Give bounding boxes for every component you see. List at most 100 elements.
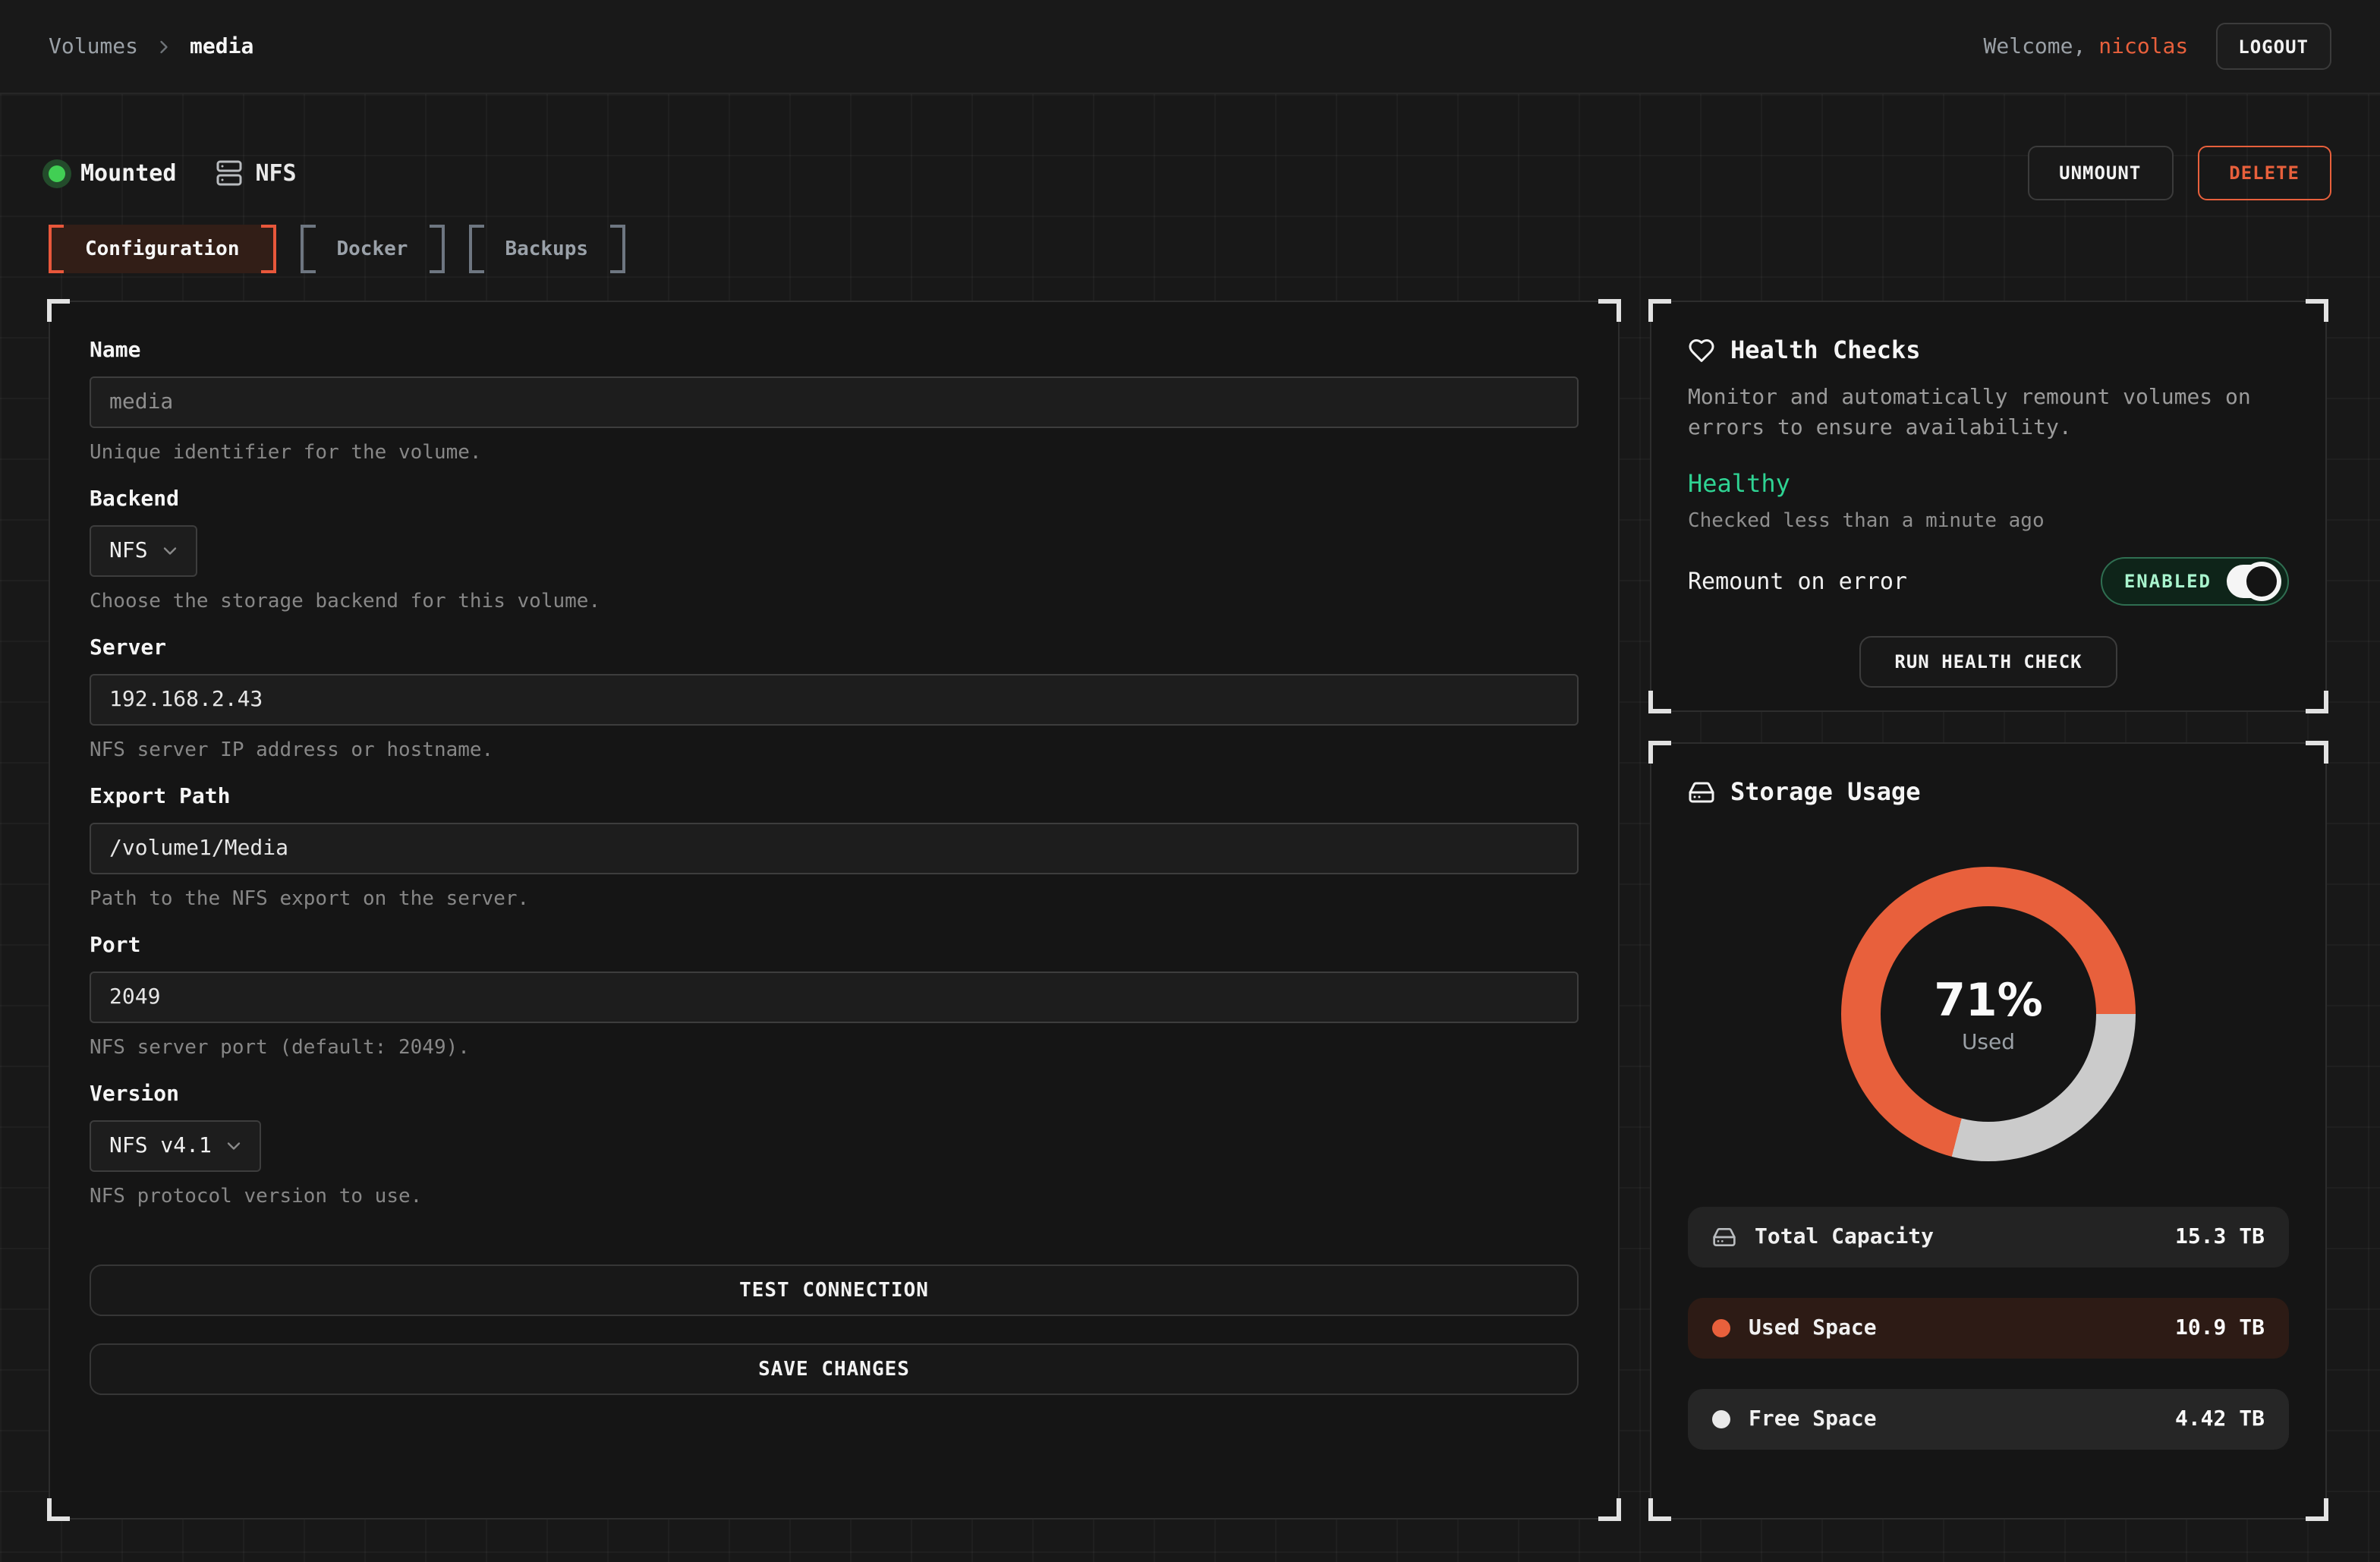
export-path-helper: Path to the NFS export on the server. <box>90 888 1579 911</box>
mounted-status-dot <box>49 165 65 181</box>
corner-accent <box>1598 1498 1621 1521</box>
export-path-input[interactable] <box>90 823 1579 874</box>
unmount-button[interactable]: UNMOUNT <box>2027 146 2173 200</box>
status-actions: UNMOUNT DELETE <box>2027 146 2331 200</box>
name-helper: Unique identifier for the volume. <box>90 442 1579 465</box>
server-label: Server <box>90 636 1579 660</box>
breadcrumb-current: media <box>190 34 253 58</box>
legend-total-value: 15.3 TB <box>2175 1225 2265 1249</box>
legend-free-label: Free Space <box>1749 1407 1877 1431</box>
free-space-dot <box>1712 1410 1730 1428</box>
backend-helper: Choose the storage backend for this volu… <box>90 590 1579 613</box>
field-server: Server NFS server IP address or hostname… <box>90 636 1579 762</box>
server-icon <box>216 159 243 187</box>
status-row: Mounted NFS UNMOUNT DELETE <box>49 146 2331 200</box>
server-input[interactable] <box>90 674 1579 726</box>
panels: Name Unique identifier for the volume. B… <box>49 301 2331 1519</box>
version-helper: NFS protocol version to use. <box>90 1186 1579 1208</box>
remount-toggle[interactable]: ENABLED <box>2101 556 2289 605</box>
corner-accent <box>1648 1498 1671 1521</box>
username: nicolas <box>2098 34 2188 58</box>
legend-used-value: 10.9 TB <box>2175 1316 2265 1340</box>
corner-accent <box>1598 299 1621 322</box>
health-checks-panel: Health Checks Monitor and automatically … <box>1650 301 2327 712</box>
storage-used-caption: Used <box>1962 1030 2015 1054</box>
legend-row-free: Free Space 4.42 TB <box>1688 1389 2289 1450</box>
toggle-switch <box>2227 564 2278 597</box>
configuration-panel: Name Unique identifier for the volume. B… <box>49 301 1620 1519</box>
port-helper: NFS server port (default: 2049). <box>90 1037 1579 1060</box>
tabs: Configuration Docker Backups <box>49 225 2331 273</box>
corner-accent <box>2306 691 2328 713</box>
tab-configuration[interactable]: Configuration <box>49 225 276 273</box>
backend-select[interactable]: NFS <box>90 525 198 577</box>
legend-free-value: 4.42 TB <box>2175 1407 2265 1431</box>
corner-accent <box>1648 299 1671 322</box>
delete-button[interactable]: DELETE <box>2197 146 2331 200</box>
port-label: Port <box>90 934 1579 958</box>
mount-status-label: Mounted <box>80 159 176 187</box>
field-port: Port NFS server port (default: 2049). <box>90 934 1579 1060</box>
storage-legend: Total Capacity 15.3 TB Used Space 10.9 T… <box>1688 1207 2289 1450</box>
remount-row: Remount on error ENABLED <box>1688 556 2289 605</box>
heart-icon <box>1688 336 1715 364</box>
breadcrumb-volumes-link[interactable]: Volumes <box>49 34 138 58</box>
storage-usage-panel: Storage Usage 71% Used <box>1650 742 2327 1519</box>
topbar: Volumes media Welcome, nicolas LOGOUT <box>0 0 2380 94</box>
health-panel-title: Health Checks <box>1730 335 1920 364</box>
backend-badge-label: NFS <box>255 159 296 187</box>
remount-toggle-label: ENABLED <box>2124 570 2212 591</box>
corner-accent <box>2306 299 2328 322</box>
name-label: Name <box>90 339 1579 363</box>
field-export-path: Export Path Path to the NFS export on th… <box>90 785 1579 911</box>
name-input[interactable] <box>90 376 1579 428</box>
tab-backups[interactable]: Backups <box>468 225 625 273</box>
corner-accent <box>47 1498 70 1521</box>
toggle-knob <box>2242 561 2281 600</box>
legend-row-used: Used Space 10.9 TB <box>1688 1298 2289 1359</box>
storage-panel-title: Storage Usage <box>1730 777 1920 806</box>
corner-accent <box>1648 741 1671 764</box>
breadcrumb: Volumes media <box>49 34 253 58</box>
field-version: Version NFS v4.1 NFS protocol version to… <box>90 1082 1579 1208</box>
chevron-down-icon <box>224 1135 245 1157</box>
field-name: Name Unique identifier for the volume. <box>90 339 1579 465</box>
welcome-text: Welcome, nicolas <box>1984 34 2189 58</box>
chevron-down-icon <box>160 540 181 562</box>
version-label: Version <box>90 1082 1579 1107</box>
app-window: Volumes media Welcome, nicolas LOGOUT Mo… <box>0 0 2380 1562</box>
logout-button[interactable]: LOGOUT <box>2215 23 2331 70</box>
test-connection-button[interactable]: TEST CONNECTION <box>90 1264 1579 1316</box>
version-select-value: NFS v4.1 <box>109 1134 212 1158</box>
used-space-dot <box>1712 1319 1730 1337</box>
corner-accent <box>2306 1498 2328 1521</box>
storage-donut-center: 71% Used <box>1881 906 2096 1122</box>
hard-drive-icon <box>1712 1225 1736 1249</box>
backend-select-value: NFS <box>109 539 148 563</box>
health-last-checked: Checked less than a minute ago <box>1688 509 2289 532</box>
storage-used-percent: 71% <box>1934 974 2043 1027</box>
tab-docker[interactable]: Docker <box>301 225 445 273</box>
storage-donut-chart: 71% Used <box>1841 867 2136 1161</box>
server-helper: NFS server IP address or hostname. <box>90 739 1579 762</box>
health-panel-header: Health Checks <box>1688 335 2289 364</box>
corner-accent <box>2306 741 2328 764</box>
legend-used-label: Used Space <box>1749 1316 1877 1340</box>
hard-drive-icon <box>1688 778 1715 805</box>
topbar-right: Welcome, nicolas LOGOUT <box>1984 23 2332 70</box>
storage-panel-header: Storage Usage <box>1688 777 2289 806</box>
backend-badge: NFS <box>216 159 296 187</box>
backend-label: Backend <box>90 487 1579 512</box>
main-area: Mounted NFS UNMOUNT DELETE Configuration… <box>0 94 2380 1562</box>
health-description: Monitor and automatically remount volume… <box>1688 383 2289 444</box>
version-select[interactable]: NFS v4.1 <box>90 1120 262 1172</box>
right-column: Health Checks Monitor and automatically … <box>1650 301 2327 1519</box>
corner-accent <box>47 299 70 322</box>
port-input[interactable] <box>90 972 1579 1023</box>
save-changes-button[interactable]: SAVE CHANGES <box>90 1343 1579 1395</box>
export-path-label: Export Path <box>90 785 1579 809</box>
run-health-check-button[interactable]: RUN HEALTH CHECK <box>1859 635 2117 687</box>
remount-label: Remount on error <box>1688 567 1907 594</box>
corner-accent <box>1648 691 1671 713</box>
mount-status: Mounted <box>49 159 176 187</box>
